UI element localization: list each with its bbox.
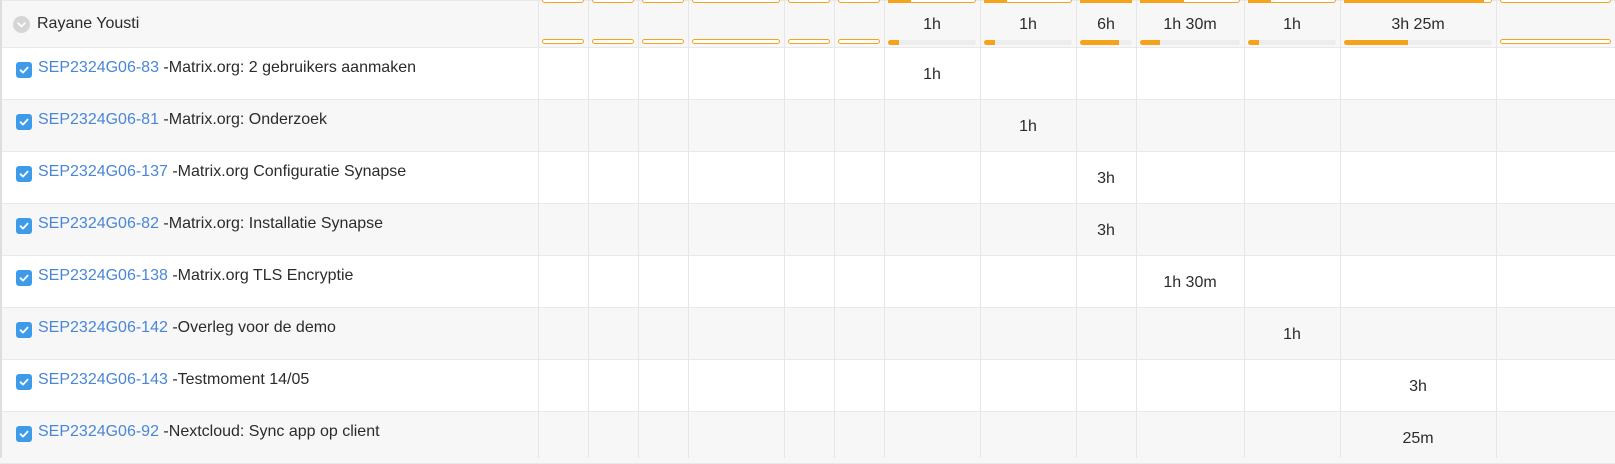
column-capacity-cap xyxy=(542,0,584,3)
column-capacity-top-fill xyxy=(888,0,912,3)
task-key-link[interactable]: SEP2324G06-142 xyxy=(38,319,168,336)
column-divider xyxy=(638,0,639,458)
capacity-progress-bar xyxy=(888,40,976,45)
time-cell[interactable]: 3h xyxy=(1076,222,1136,240)
task-key-link[interactable]: SEP2324G06-138 xyxy=(38,267,168,284)
task-key-link[interactable]: SEP2324G06-143 xyxy=(38,371,168,388)
column-capacity-cap xyxy=(592,0,634,3)
task-title: -Overleg voor de demo xyxy=(167,319,336,336)
checkbox-checked-icon[interactable] xyxy=(16,270,32,286)
column-total-label: 3h 25m xyxy=(1391,16,1445,33)
capacity-progress-fill xyxy=(1140,40,1160,45)
capacity-progress-bar xyxy=(1344,40,1492,45)
column-divider xyxy=(1244,0,1245,458)
column-capacity-top-fill xyxy=(1248,0,1272,3)
task-key-link[interactable]: SEP2324G06-81 xyxy=(38,111,159,128)
column-divider xyxy=(538,0,539,458)
timesheet-grid: Rayane Yousti SEP2324G06-83 -Matrix.org: … xyxy=(0,0,1615,464)
time-cell[interactable]: 3h xyxy=(1076,170,1136,188)
task-label: SEP2324G06-81 -Matrix.org: Onderzoek xyxy=(38,111,327,129)
empty-capacity-bar xyxy=(642,39,684,44)
time-cell[interactable]: 25m xyxy=(1340,430,1496,448)
task-label: SEP2324G06-137 -Matrix.org Configuratie … xyxy=(38,163,406,181)
capacity-progress-fill xyxy=(1248,40,1259,45)
checkbox-checked-icon[interactable] xyxy=(16,322,32,338)
column-divider xyxy=(1340,0,1341,458)
column-capacity-top-fill xyxy=(1344,0,1484,3)
task-title: -Matrix.org Configuratie Synapse xyxy=(167,163,407,180)
column-capacity-cap xyxy=(692,0,780,3)
task-label: SEP2324G06-82 -Matrix.org: Installatie S… xyxy=(38,215,383,233)
time-cell[interactable]: 1h xyxy=(1244,326,1340,344)
time-cell[interactable]: 3h xyxy=(1340,378,1496,396)
checkbox-checked-icon[interactable] xyxy=(16,114,32,130)
task-key-link[interactable]: SEP2324G06-83 xyxy=(38,59,159,76)
column-total-label: 1h xyxy=(1283,16,1301,33)
task-key-link[interactable]: SEP2324G06-82 xyxy=(38,215,159,232)
capacity-progress-bar xyxy=(1140,40,1240,45)
column-divider xyxy=(1076,0,1077,458)
column-divider xyxy=(980,0,981,458)
empty-capacity-bar xyxy=(592,39,634,44)
column-divider xyxy=(884,0,885,458)
checkbox-checked-icon[interactable] xyxy=(16,166,32,182)
time-cell[interactable]: 1h xyxy=(884,66,980,84)
task-key-link[interactable]: SEP2324G06-92 xyxy=(38,423,159,440)
empty-capacity-bar xyxy=(542,39,584,44)
checkbox-checked-icon[interactable] xyxy=(16,374,32,390)
capacity-progress-fill xyxy=(984,40,995,45)
capacity-progress-bar xyxy=(1080,40,1132,45)
column-capacity-cap xyxy=(1500,0,1611,3)
column-capacity-cap xyxy=(642,0,684,3)
column-capacity-cap xyxy=(788,0,830,3)
capacity-progress-fill xyxy=(1344,40,1408,45)
column-divider xyxy=(688,0,689,458)
column-total-label: 6h xyxy=(1097,16,1115,33)
column-capacity-top-fill xyxy=(1140,0,1184,3)
task-label: SEP2324G06-92 -Nextcloud: Sync app op cl… xyxy=(38,423,380,441)
column-capacity-top-fill xyxy=(984,0,1008,3)
column-divider xyxy=(784,0,785,458)
column-total-label: 1h xyxy=(923,16,941,33)
column-divider xyxy=(834,0,835,458)
capacity-progress-bar xyxy=(1248,40,1336,45)
task-title: -Matrix.org: 2 gebruikers aanmaken xyxy=(158,59,416,76)
checkbox-checked-icon[interactable] xyxy=(16,62,32,78)
column-divider xyxy=(588,0,589,458)
checkbox-checked-icon[interactable] xyxy=(16,218,32,234)
empty-capacity-bar xyxy=(692,39,780,44)
column-capacity-cap xyxy=(838,0,880,3)
capacity-progress-bar xyxy=(984,40,1072,45)
column-total-label: 1h 30m xyxy=(1163,16,1217,33)
column-capacity-top-fill xyxy=(1080,0,1132,3)
empty-capacity-bar xyxy=(838,39,880,44)
chevron-down-icon[interactable] xyxy=(13,16,30,33)
empty-capacity-bar xyxy=(788,39,830,44)
time-cell[interactable]: 1h 30m xyxy=(1136,274,1244,292)
empty-capacity-bar xyxy=(1500,39,1611,44)
time-cell[interactable]: 1h xyxy=(980,118,1076,136)
task-label: SEP2324G06-83 -Matrix.org: 2 gebruikers … xyxy=(38,59,416,77)
task-title: -Testmoment 14/05 xyxy=(167,371,310,388)
task-title: -Matrix.org: Onderzoek xyxy=(158,111,328,128)
task-label: SEP2324G06-142 -Overleg voor de demo xyxy=(38,319,336,337)
user-name: Rayane Yousti xyxy=(37,15,140,32)
task-key-link[interactable]: SEP2324G06-137 xyxy=(38,163,168,180)
column-divider xyxy=(1496,0,1497,458)
column-total-label: 1h xyxy=(1019,16,1037,33)
capacity-progress-fill xyxy=(1080,40,1119,45)
task-title: -Matrix.org: Installatie Synapse xyxy=(158,215,384,232)
task-label: SEP2324G06-138 -Matrix.org TLS Encryptie xyxy=(38,267,353,285)
capacity-progress-fill xyxy=(888,40,899,45)
task-title: -Matrix.org TLS Encryptie xyxy=(167,267,354,284)
checkbox-checked-icon[interactable] xyxy=(16,426,32,442)
grid-left-border xyxy=(0,0,2,458)
column-divider xyxy=(1136,0,1137,458)
task-title: -Nextcloud: Sync app op client xyxy=(158,423,380,440)
task-label: SEP2324G06-143 -Testmoment 14/05 xyxy=(38,371,309,389)
